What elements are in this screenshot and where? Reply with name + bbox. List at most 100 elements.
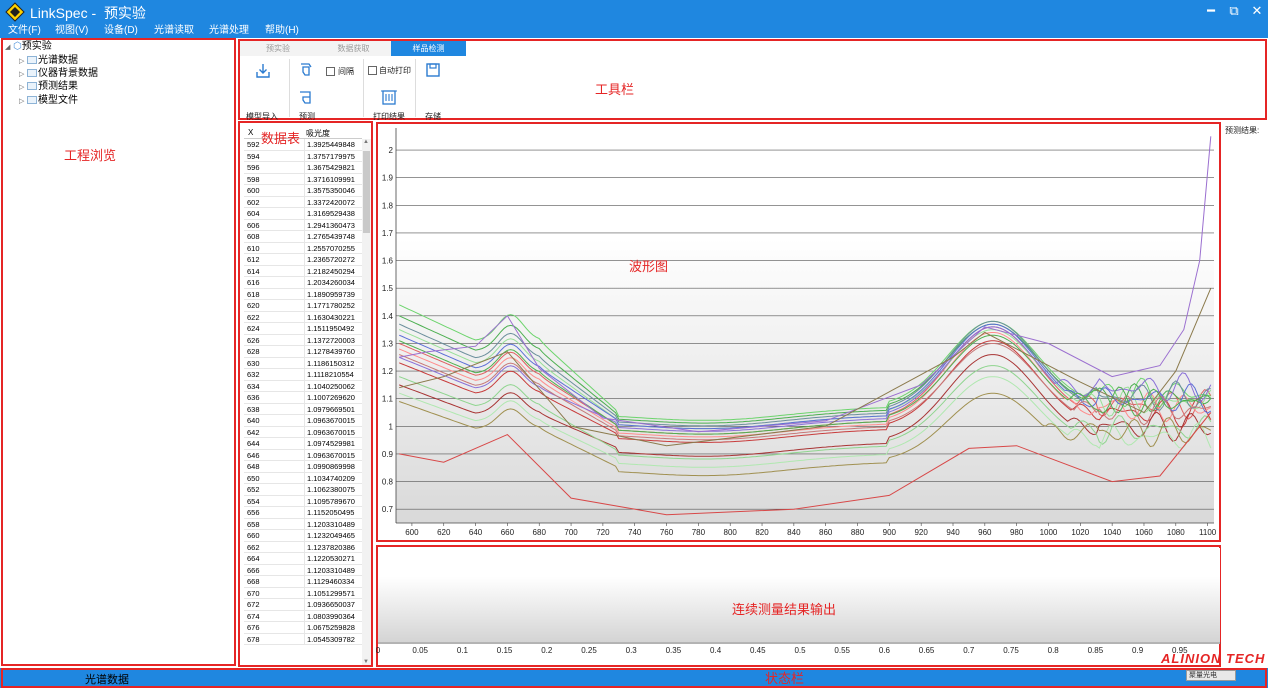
close-button[interactable]: ✕ xyxy=(1249,3,1265,19)
predict-icon[interactable] xyxy=(297,88,315,106)
spectrum-series-line xyxy=(399,365,1212,460)
table-row[interactable]: 644 1.0974529981 xyxy=(244,438,362,450)
column-header-absorbance[interactable]: 吸光度 xyxy=(306,128,330,139)
table-row[interactable]: 612 1.2365720272 xyxy=(244,254,362,266)
print-icon[interactable] xyxy=(380,88,398,106)
table-row[interactable]: 624 1.1511950492 xyxy=(244,323,362,335)
table-row[interactable]: 648 1.0990869998 xyxy=(244,461,362,473)
table-row[interactable]: 596 1.3675429821 xyxy=(244,162,362,174)
table-row[interactable]: 638 1.0979669501 xyxy=(244,403,362,415)
table-row[interactable]: 622 1.1630430221 xyxy=(244,311,362,323)
interval-checkbox[interactable] xyxy=(326,67,335,76)
cell-absorbance: 1.1152050495 xyxy=(304,507,354,518)
tab-data-acquisition[interactable]: 数据获取 xyxy=(316,41,391,56)
table-row[interactable]: 676 1.0675259828 xyxy=(244,622,362,634)
menu-device[interactable]: 设备(D) xyxy=(104,24,138,38)
cell-absorbance: 1.1118210554 xyxy=(304,369,354,380)
table-row[interactable]: 666 1.1203310489 xyxy=(244,564,362,576)
table-row[interactable]: 600 1.3575350046 xyxy=(244,185,362,197)
scroll-up-icon[interactable]: ▲ xyxy=(363,139,369,145)
cell-absorbance: 1.3716109991 xyxy=(304,173,355,185)
table-row[interactable]: 602 1.3372420072 xyxy=(244,196,362,208)
cell-absorbance: 1.1237820386 xyxy=(304,541,355,553)
table-row[interactable]: 662 1.1237820386 xyxy=(244,541,362,553)
table-row[interactable]: 604 1.3169529438 xyxy=(244,208,362,220)
table-row[interactable]: 668 1.1129460334 xyxy=(244,576,362,588)
cell-x: 604 xyxy=(247,209,260,218)
table-row[interactable]: 610 1.2557070255 xyxy=(244,242,362,254)
cell-x: 678 xyxy=(247,634,260,644)
tab-pre-experiment[interactable]: 预实验 xyxy=(240,41,316,56)
table-row[interactable]: 642 1.0963670015 xyxy=(244,426,362,438)
table-row[interactable]: 658 1.1203310489 xyxy=(244,518,362,530)
minimize-button[interactable]: ━ xyxy=(1203,3,1219,19)
table-row[interactable]: 650 1.1034740209 xyxy=(244,472,362,484)
menu-help[interactable]: 帮助(H) xyxy=(265,24,299,38)
table-row[interactable]: 652 1.1062380075 xyxy=(244,484,362,496)
table-row[interactable]: 598 1.3716109991 xyxy=(244,173,362,185)
table-row[interactable]: 640 1.0963670015 xyxy=(244,415,362,427)
table-row[interactable]: 660 1.1232049465 xyxy=(244,530,362,542)
scrollbar-thumb[interactable] xyxy=(363,151,370,233)
cell-absorbance: 1.1220530271 xyxy=(304,553,355,564)
tab-sample-detection[interactable]: 样品检测 xyxy=(391,41,466,56)
table-row[interactable]: 636 1.1007269620 xyxy=(244,392,362,404)
tree-root[interactable]: ◢ ⬡预实验 xyxy=(5,40,52,53)
scroll-down-icon[interactable]: ▼ xyxy=(363,659,369,665)
table-row[interactable]: 618 1.1890959739 xyxy=(244,288,362,300)
cell-absorbance: 1.1372720003 xyxy=(304,334,355,346)
project-browser-panel xyxy=(1,38,236,666)
tree-item-background-data[interactable]: ▷ 仪器背景数据 xyxy=(19,67,98,80)
cell-x: 646 xyxy=(247,450,260,460)
interval-label: 间隔 xyxy=(338,67,354,76)
menu-file[interactable]: 文件(F) xyxy=(8,24,41,38)
y-tick-label: 2 xyxy=(389,146,394,155)
table-row[interactable]: 614 1.2182450294 xyxy=(244,265,362,277)
table-row[interactable]: 626 1.1372720003 xyxy=(244,334,362,346)
table-row[interactable]: 616 1.2034260034 xyxy=(244,277,362,289)
save-button[interactable]: 存储 xyxy=(425,111,441,122)
table-row[interactable]: 646 1.0963670015 xyxy=(244,449,362,461)
table-row[interactable]: 674 1.0803990364 xyxy=(244,610,362,622)
window-title: LinkSpec - 预实验 xyxy=(30,5,146,21)
tree-item-prediction-results[interactable]: ▷ 预测结果 xyxy=(19,80,78,93)
table-row[interactable]: 628 1.1278439760 xyxy=(244,346,362,358)
cell-absorbance: 1.0545309782 xyxy=(304,633,355,645)
table-row[interactable]: 608 1.2765439748 xyxy=(244,231,362,243)
column-header-x[interactable]: X xyxy=(248,128,253,137)
table-row[interactable]: 632 1.1118210554 xyxy=(244,369,362,381)
table-row[interactable]: 664 1.1220530271 xyxy=(244,553,362,565)
expand-arrow-icon[interactable]: ▷ xyxy=(19,81,27,94)
waveform-chart[interactable]: 0.7 0.8 0.9 1 1.1 1.2 1.3 1.4 1.5 1.6 1.7 1.8 1.9 2 60… xyxy=(376,122,1221,542)
data-grid-scrollbar[interactable]: ▲ ▼ xyxy=(362,139,371,665)
tree-item-spectrum-data[interactable]: ▷ 光谱数据 xyxy=(19,54,78,67)
save-icon[interactable] xyxy=(424,61,442,79)
spectrum-series-line xyxy=(399,334,1212,435)
annotation-statusbar: 状态栏 xyxy=(765,671,805,686)
predict-hand-icon[interactable] xyxy=(297,61,315,79)
menu-view[interactable]: 视图(V) xyxy=(55,24,88,38)
import-icon[interactable] xyxy=(254,62,272,80)
x-tick-label: 0.75 xyxy=(1003,646,1019,655)
table-row[interactable]: 620 1.1771780252 xyxy=(244,300,362,312)
y-tick-label: 1.2 xyxy=(382,367,394,376)
tree-item-model-files[interactable]: ▷ 模型文件 xyxy=(19,94,78,107)
table-row[interactable]: 606 1.2941360473 xyxy=(244,219,362,231)
menu-spectrum-read[interactable]: 光谱读取 xyxy=(154,24,194,38)
table-row[interactable]: 594 1.3757179975 xyxy=(244,150,362,162)
expand-arrow-icon[interactable]: ▷ xyxy=(19,95,27,108)
auto-print-checkbox[interactable] xyxy=(368,66,377,75)
print-result-button[interactable]: 打印结果 xyxy=(373,111,405,122)
menu-spectrum-process[interactable]: 光谱处理 xyxy=(209,24,249,38)
table-row[interactable]: 656 1.1152050495 xyxy=(244,507,362,519)
table-row[interactable]: 630 1.1186150312 xyxy=(244,357,362,369)
cell-absorbance: 1.2034260034 xyxy=(304,277,355,288)
company-logo: ALINION TECH xyxy=(1161,651,1266,666)
collapse-arrow-icon[interactable]: ◢ xyxy=(5,41,13,54)
table-row[interactable]: 670 1.1051299571 xyxy=(244,587,362,599)
table-row[interactable]: 634 1.1040250062 xyxy=(244,380,362,392)
table-row[interactable]: 678 1.0545309782 xyxy=(244,633,362,645)
table-row[interactable]: 672 1.0936650037 xyxy=(244,599,362,611)
restore-button[interactable]: ⧉ xyxy=(1226,3,1242,19)
table-row[interactable]: 654 1.1095789670 xyxy=(244,495,362,507)
